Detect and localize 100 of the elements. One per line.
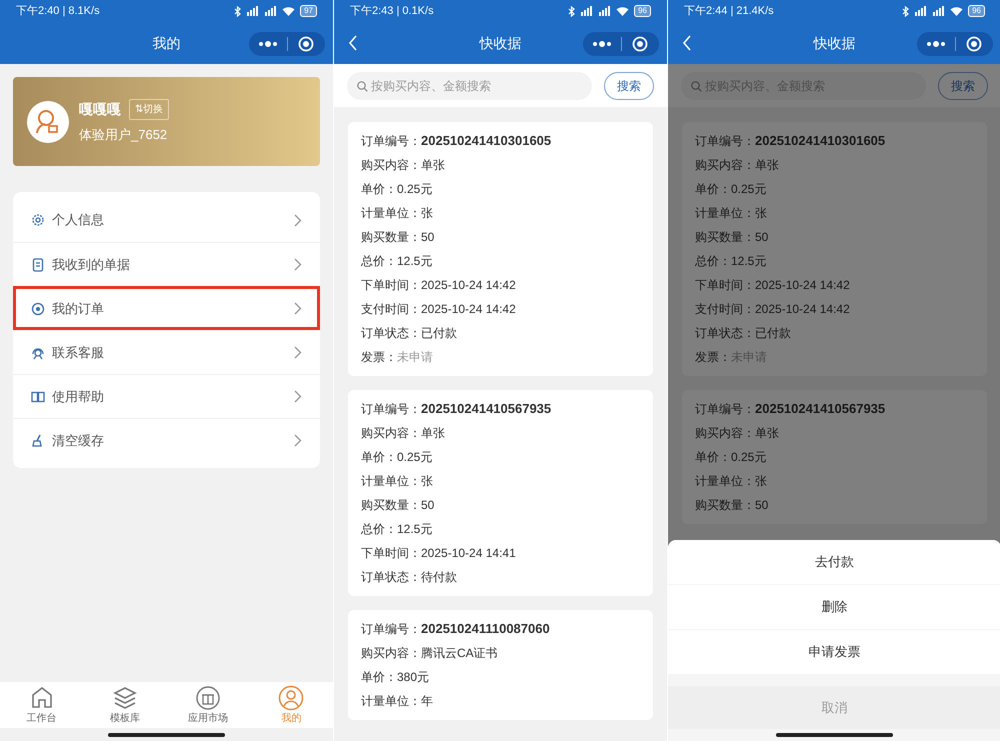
bluetooth-icon: [234, 6, 242, 16]
chevron-icon: [294, 258, 302, 271]
layers-icon: [112, 685, 138, 711]
order-field: 计量单位：张: [695, 201, 974, 225]
search-button[interactable]: 搜索: [604, 72, 654, 100]
battery-indicator: 97: [300, 5, 317, 17]
sheet-action[interactable]: 删除: [668, 585, 1000, 629]
menu-item[interactable]: 联系客服: [13, 330, 320, 374]
battery-indicator: 96: [634, 5, 651, 17]
status-time: 下午2:43 | 0.1K/s: [350, 4, 434, 19]
order-number: 订单编号：202510241410301605: [361, 132, 552, 150]
tab-item[interactable]: 应用市场: [166, 682, 250, 728]
order-field: 计量单位：张: [695, 469, 974, 493]
order-field: 单价：0.25元: [695, 445, 974, 469]
signal-icon: [264, 6, 278, 16]
signal-icon: [246, 6, 260, 16]
bluetooth-icon: [568, 6, 576, 16]
signal-icon: [914, 6, 928, 16]
more-icon[interactable]: [258, 41, 278, 47]
gift-icon: [195, 685, 222, 711]
menu-label: 我的订单: [52, 300, 104, 318]
order-field: 支付时间：2025-10-24 14:42: [695, 297, 974, 321]
order-field: 购买内容：单张: [695, 421, 974, 445]
chevron-icon: [294, 302, 302, 315]
chevron-icon: [294, 390, 302, 403]
page-title: 我的: [152, 34, 180, 52]
status-time: 下午2:44 | 21.4K/s: [684, 4, 774, 19]
search-icon: [357, 80, 368, 92]
status-time: 下午2:40 | 8.1K/s: [16, 4, 100, 19]
more-icon[interactable]: [592, 41, 612, 47]
order-field: 支付时间：2025-10-24 14:42: [361, 297, 640, 321]
tab-item[interactable]: 工作台: [0, 682, 84, 728]
order-field: 计量单位：张: [361, 469, 640, 493]
order-number: 订单编号：202510241110087060: [361, 620, 551, 638]
menu-item[interactable]: 使用帮助: [13, 374, 320, 418]
gear-icon: [31, 213, 45, 227]
close-icon[interactable]: [966, 36, 982, 52]
user-icon: [278, 685, 304, 711]
order-field: 总价：12.5元: [361, 517, 640, 541]
menu-item[interactable]: 我的订单: [13, 286, 320, 330]
close-icon[interactable]: [632, 36, 648, 52]
order-field: 购买内容：单张: [361, 421, 640, 445]
order-field: 下单时间：2025-10-24 14:42: [361, 273, 640, 297]
tab-item[interactable]: 模板库: [83, 682, 166, 728]
chevron-icon: [294, 214, 302, 226]
document-icon: [31, 258, 45, 272]
chevron-icon: [294, 346, 302, 359]
menu-label: 联系客服: [52, 344, 104, 362]
menu-item[interactable]: 个人信息: [13, 198, 320, 242]
order-field: 总价：12.5元: [361, 249, 640, 273]
page-title: 快收据: [814, 34, 856, 52]
order-number: 订单编号：202510241410301605: [695, 132, 886, 150]
more-icon[interactable]: [926, 41, 946, 47]
order-field: 订单状态：已付款: [361, 321, 640, 345]
order-field: 购买数量：50: [361, 225, 640, 249]
user-id: 体验用户_7652: [79, 126, 168, 144]
order-field: 下单时间：2025-10-24 14:42: [695, 273, 974, 297]
wifi-icon: [616, 6, 630, 16]
order-field: 购买数量：50: [695, 225, 974, 249]
avatar-icon: [27, 100, 69, 142]
order-field: 购买数量：50: [361, 493, 640, 517]
order-field: 购买内容：腾讯云CA证书: [361, 641, 640, 665]
order-field: 单价：380元: [361, 665, 640, 689]
back-icon[interactable]: [348, 35, 358, 51]
chevron-icon: [294, 434, 302, 447]
page-title: 快收据: [480, 34, 522, 52]
order-field: 计量单位：张: [361, 201, 640, 225]
battery-indicator: 96: [968, 5, 985, 17]
order-field: 总价：12.5元: [695, 249, 974, 273]
sheet-action[interactable]: 去付款: [668, 540, 1000, 584]
wifi-icon: [950, 6, 964, 16]
sheet-action[interactable]: 申请发票: [668, 630, 1000, 674]
order-field: 订单状态：待付款: [361, 565, 640, 589]
menu-label: 个人信息: [52, 211, 104, 230]
order-field: 购买内容：单张: [695, 153, 974, 177]
order-number: 订单编号：202510241410567935: [361, 400, 552, 418]
signal-icon: [932, 6, 946, 16]
menu-item[interactable]: 清空缓存: [13, 418, 320, 462]
order-field: 单价：0.25元: [361, 445, 640, 469]
order-field: 购买数量：50: [695, 493, 974, 517]
menu-label: 使用帮助: [52, 388, 104, 406]
signal-icon: [580, 6, 594, 16]
menu-item[interactable]: 我收到的单据: [13, 242, 320, 286]
order-field: 单价：0.25元: [695, 177, 974, 201]
menu-label: 我收到的单据: [52, 256, 130, 274]
search-field[interactable]: 按购买内容、金额搜索: [347, 72, 592, 100]
bluetooth-icon: [902, 6, 910, 16]
book-icon: [31, 390, 45, 404]
order-field: 单价：0.25元: [361, 177, 640, 201]
search-icon: [691, 80, 702, 92]
headset-icon: [31, 346, 45, 360]
close-icon[interactable]: [298, 36, 314, 52]
wifi-icon: [282, 6, 296, 16]
order-field: 下单时间：2025-10-24 14:41: [361, 541, 640, 565]
order-field: 计量单位：年: [361, 689, 640, 713]
signal-icon: [598, 6, 612, 16]
order-field: 订单状态：已付款: [695, 321, 974, 345]
order-field: 购买内容：单张: [361, 153, 640, 177]
back-icon[interactable]: [682, 35, 692, 51]
order-field: 发票：未申请: [361, 345, 640, 369]
